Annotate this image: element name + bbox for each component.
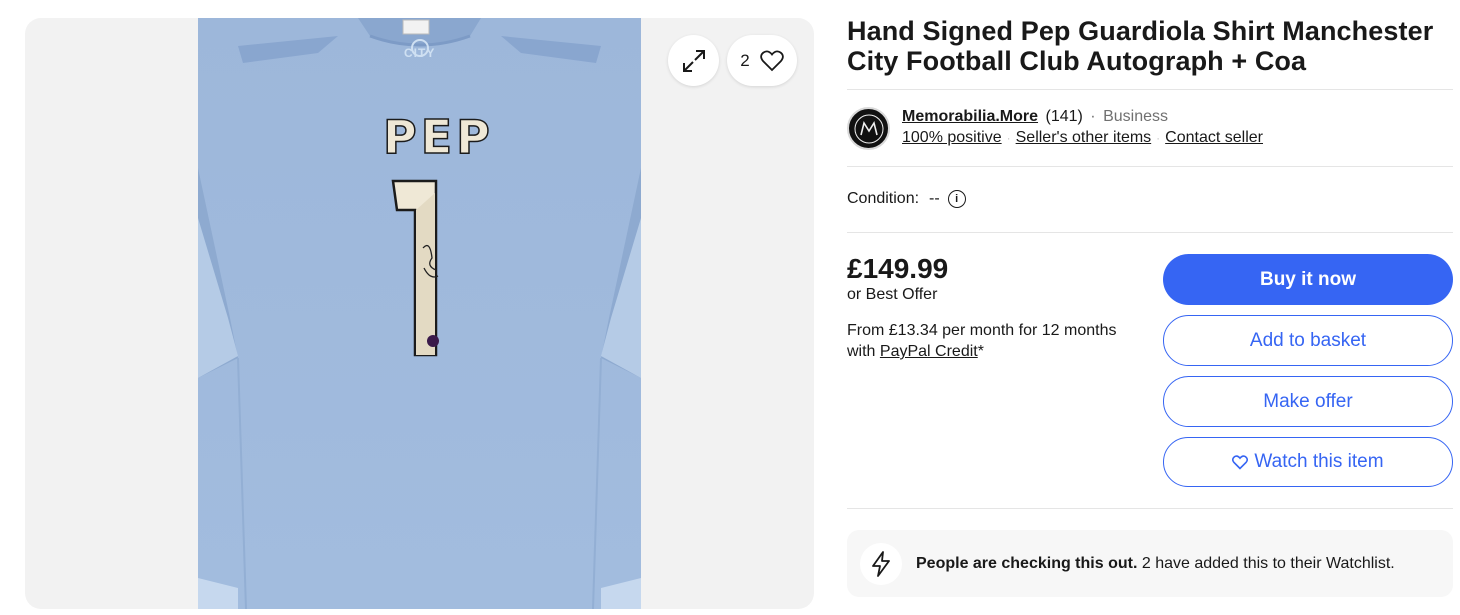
seller-logo-icon (854, 114, 883, 143)
watch-heart-button[interactable]: 2 (727, 35, 797, 86)
condition-value: -- (929, 190, 940, 207)
condition-label: Condition: (847, 190, 920, 207)
expand-gallery-button[interactable] (668, 35, 719, 86)
separator: · (1090, 108, 1096, 125)
shirt-illustration (198, 18, 641, 609)
feedback-count: (141) (1045, 108, 1083, 125)
divider (847, 232, 1453, 233)
info-icon[interactable]: i (947, 190, 966, 208)
credit-suffix: * (977, 343, 984, 360)
seller-type: Business (1103, 108, 1168, 125)
credit-info: From £13.34 per month for 12 months with… (847, 320, 1137, 362)
signal-detail: 2 have added this to their Watchlist. (1141, 554, 1395, 572)
divider (847, 508, 1453, 509)
price: £149.99 (847, 253, 949, 284)
add-to-basket-button[interactable]: Add to basket (1163, 315, 1453, 366)
buy-it-now-button[interactable]: Buy it now (1163, 254, 1453, 305)
expand-icon (682, 49, 705, 72)
divider (847, 89, 1453, 90)
urgency-signal: People are checking this out. 2 have add… (847, 530, 1453, 597)
watch-count: 2 (740, 50, 750, 70)
signal-bold: People are checking this out. (916, 554, 1138, 572)
listing-title: Hand Signed Pep Guardiola Shirt Manchest… (847, 16, 1434, 76)
main-product-image[interactable]: CITY PEP (198, 18, 641, 609)
shirt-name-text: PEP (382, 109, 494, 165)
seller-avatar[interactable] (847, 107, 890, 150)
positive-feedback-link[interactable]: 100% positive (902, 129, 1002, 146)
seller-name-link[interactable]: Memorabilia.More (902, 108, 1038, 125)
signal-text: People are checking this out. 2 have add… (916, 555, 1395, 573)
watch-this-item-button[interactable]: Watch this item (1163, 437, 1453, 487)
dot-separator: · (1156, 131, 1161, 145)
divider (847, 166, 1453, 167)
paypal-credit-link[interactable]: PayPal Credit (880, 343, 978, 360)
watch-label: Watch this item (1254, 451, 1384, 472)
shirt-club-text: CITY (404, 46, 436, 60)
lightning-icon (860, 542, 902, 585)
make-offer-button[interactable]: Make offer (1163, 376, 1453, 427)
heart-icon (1232, 454, 1249, 470)
contact-seller-link[interactable]: Contact seller (1165, 129, 1263, 146)
heart-icon (759, 49, 784, 71)
seller-links: 100% positive · Seller's other items · Conta… (902, 128, 1263, 148)
seller-other-items-link[interactable]: Seller's other items (1016, 129, 1152, 146)
best-offer-text: or Best Offer (847, 286, 938, 303)
dot-separator: · (1006, 131, 1011, 145)
image-gallery: CITY PEP 2 (25, 18, 814, 609)
condition-row: Condition: -- i (847, 189, 966, 209)
seller-info: Memorabilia.More (141) · Business (902, 107, 1168, 127)
